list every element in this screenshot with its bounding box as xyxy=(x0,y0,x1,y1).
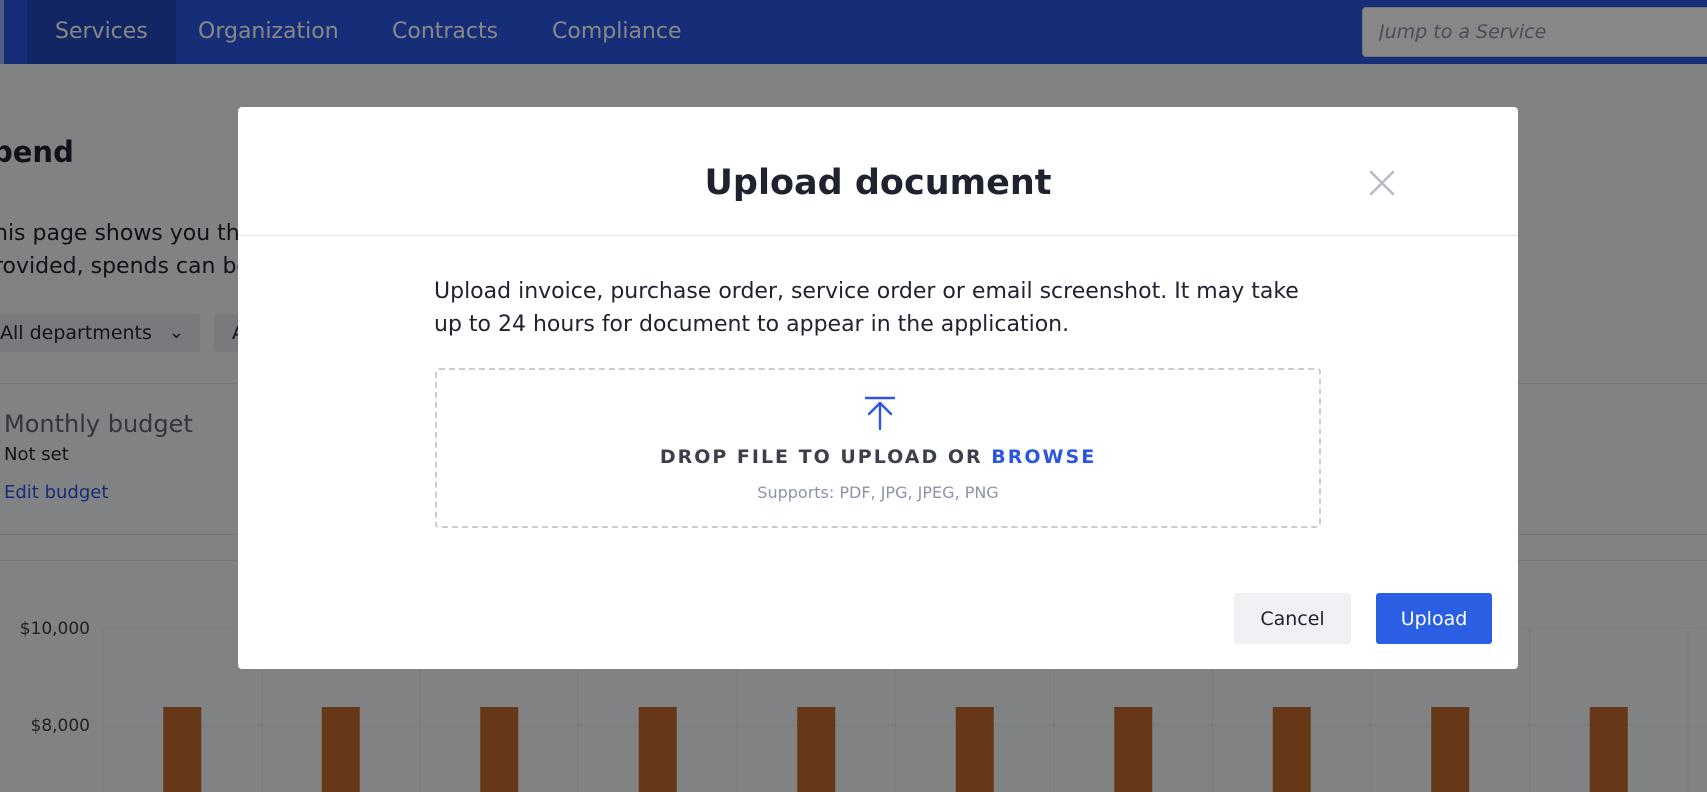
upload-document-modal: Upload document Upload invoice, purchase… xyxy=(238,107,1518,669)
cancel-button[interactable]: Cancel xyxy=(1234,593,1351,644)
close-icon[interactable] xyxy=(1366,167,1398,199)
browse-link[interactable]: BROWSE xyxy=(991,446,1096,468)
file-dropzone[interactable]: DROP FILE TO UPLOAD OR BROWSE Supports: … xyxy=(435,368,1321,528)
drop-prompt: DROP FILE TO UPLOAD OR BROWSE xyxy=(437,446,1319,468)
modal-description: Upload invoice, purchase order, service … xyxy=(434,279,1299,337)
supported-formats: Supports: PDF, JPG, JPEG, PNG xyxy=(757,483,999,502)
upload-button[interactable]: Upload xyxy=(1376,593,1492,644)
upload-icon xyxy=(864,396,896,431)
modal-divider xyxy=(238,235,1518,236)
drop-prompt-text: DROP FILE TO UPLOAD OR xyxy=(659,446,992,468)
modal-title: Upload document xyxy=(704,163,1052,203)
